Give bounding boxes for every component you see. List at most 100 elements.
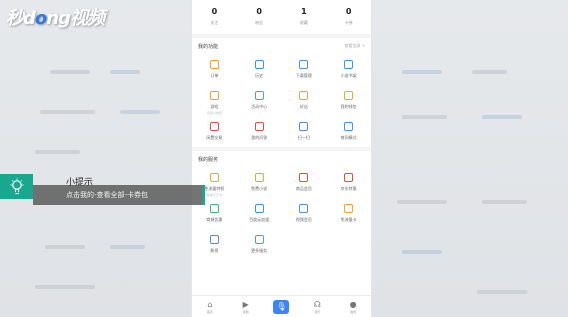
feature-item-icon [254, 60, 264, 69]
blur-shape [40, 110, 95, 114]
feature-item[interactable]: 我的钱包 [326, 85, 371, 116]
my-features-grid: 订单 历史下载管理 小说书架游戏 享受小游戏 活动中心 好店 我的钱包闲置交易 我的问答 扫一扫… [192, 54, 371, 147]
service-item[interactable]: 百度云加速 [237, 198, 282, 229]
my-services-header: 我的服务 [192, 151, 371, 167]
feature-item[interactable]: 下载管理 [282, 54, 327, 85]
blur-shape [397, 200, 447, 204]
service-item-label: 京东特惠 [340, 186, 357, 191]
logo-text: 秒 [6, 8, 24, 29]
blur-shape [482, 200, 527, 204]
play-icon: ▶ [242, 299, 249, 309]
tab-profile[interactable]: ● 我的 [335, 300, 371, 314]
feature-item[interactable]: 好店 [282, 85, 327, 116]
feature-item-icon [254, 122, 264, 131]
service-item-icon [344, 173, 354, 182]
feature-item[interactable]: 扫一扫 [282, 116, 327, 147]
service-item-label: 影视 [210, 248, 219, 253]
logo-text: d [23, 8, 36, 29]
service-item-label: 免流量卡 [340, 217, 357, 222]
service-item-label: 商城优惠 [206, 217, 223, 222]
service-item-icon [209, 173, 219, 182]
tab-label: 音乐 [314, 309, 321, 314]
blur-shape [402, 115, 447, 119]
stat-following[interactable]: 0 关注 [192, 7, 237, 34]
feature-item[interactable]: 订单 [192, 54, 237, 85]
feature-item[interactable]: 闲置交易 [192, 116, 237, 147]
stat-favorites[interactable]: 1 收藏 [282, 7, 327, 34]
stat-coupons[interactable]: 0 卡券 [326, 7, 371, 34]
stat-label: 收藏 [299, 20, 308, 25]
stat-value: 0 [211, 7, 218, 16]
home-icon: ⌂ [207, 299, 213, 309]
tab-microphone[interactable]: 🎙 [264, 299, 300, 314]
tab-play[interactable]: ▶ 视频 [228, 300, 264, 314]
blurred-background-right [372, 0, 568, 317]
watermark-logo: 秒dong视频 [6, 4, 105, 30]
feature-item-sublabel: 享受小游戏 [206, 111, 222, 115]
feature-item-icon [254, 91, 264, 100]
bottom-tab-bar: ⌂ 首页 ▶ 视频 🎙 ☊ 音乐 ● 我的 [192, 295, 371, 317]
tab-label: 我的 [350, 309, 357, 314]
feature-item[interactable]: 历史 [237, 54, 282, 85]
feature-item[interactable]: 游戏 享受小游戏 [192, 85, 237, 116]
blur-shape [472, 70, 507, 74]
feature-item-label: 小说书架 [340, 73, 357, 78]
service-item-label: 百度云加速 [249, 217, 270, 222]
feature-item[interactable]: 小说书架 [326, 54, 371, 85]
lightbulb-icon [0, 174, 33, 199]
profile-icon: ● [349, 299, 357, 309]
tip-text: 点击我的-查看全部-卡券包 [66, 191, 149, 199]
blur-shape [477, 290, 527, 294]
service-item-sublabel: 联通大王卡 [206, 193, 222, 197]
logo-text: ng [46, 8, 71, 29]
service-item-label: 商品会员 [295, 186, 312, 191]
blur-shape [35, 150, 80, 154]
service-item[interactable]: 免费小说 [237, 167, 282, 198]
feature-item[interactable]: 我的问答 [237, 116, 282, 147]
feature-item-label: 下载管理 [295, 73, 312, 78]
feature-item-label: 我的问答 [251, 135, 268, 140]
service-item[interactable]: 视频会员 [282, 198, 327, 229]
stat-followers[interactable]: 0 粉丝 [237, 7, 282, 34]
feature-item-label: 订单 [210, 73, 219, 78]
tip-bar-accent [202, 185, 205, 205]
service-item[interactable]: 商品会员 [282, 167, 327, 198]
section-title: 我的功能 [198, 43, 219, 50]
view-all-link[interactable]: 查看全部 > [344, 43, 365, 49]
blur-shape [45, 245, 85, 249]
feature-item-icon [344, 91, 354, 100]
blur-shape [402, 250, 442, 254]
feature-item-label: 闲置交易 [206, 135, 223, 140]
service-item[interactable]: 影视 [192, 229, 237, 260]
service-item[interactable]: 免流量卡 [326, 198, 371, 229]
service-item-label: 更多服务 [251, 248, 268, 253]
service-item[interactable]: 京东特惠 [326, 167, 371, 198]
service-item-label: 免费小说 [251, 186, 268, 191]
stat-value: 0 [256, 7, 262, 16]
service-item-icon [299, 173, 309, 182]
microphone-icon: 🎙 [273, 299, 290, 314]
stats-row: 0 关注 0 粉丝 1 收藏 0 卡券 [192, 0, 371, 34]
feature-item-label: 扫一扫 [297, 135, 310, 140]
stat-value: 1 [301, 7, 307, 16]
service-item-icon [209, 235, 219, 244]
blur-shape [35, 285, 95, 289]
feature-item-icon [344, 122, 354, 131]
service-item[interactable]: 更多服务 [237, 229, 282, 260]
feature-item-icon [209, 60, 219, 69]
tab-label: 视频 [242, 309, 249, 314]
stat-label: 粉丝 [255, 20, 264, 25]
logo-text: 视频 [69, 8, 105, 29]
service-item-label: 免流量特权 [204, 186, 225, 191]
blur-shape [110, 245, 145, 249]
service-item-icon [254, 235, 264, 244]
headphones-icon: ☊ [313, 299, 321, 309]
service-item-icon [254, 204, 264, 213]
logo-text: o [34, 8, 47, 29]
tab-headphones[interactable]: ☊ 音乐 [299, 300, 335, 314]
my-services-grid: 免流量特权联通大王卡 免费小说 商品会员 京东特惠商城优惠 百度云加速 视频会员 免流量卡影… [192, 167, 371, 260]
feature-item-icon [209, 91, 219, 100]
tab-home[interactable]: ⌂ 首页 [192, 300, 228, 314]
feature-item[interactable]: 夜间模式 [326, 116, 371, 147]
feature-item[interactable]: 活动中心 [237, 85, 282, 116]
